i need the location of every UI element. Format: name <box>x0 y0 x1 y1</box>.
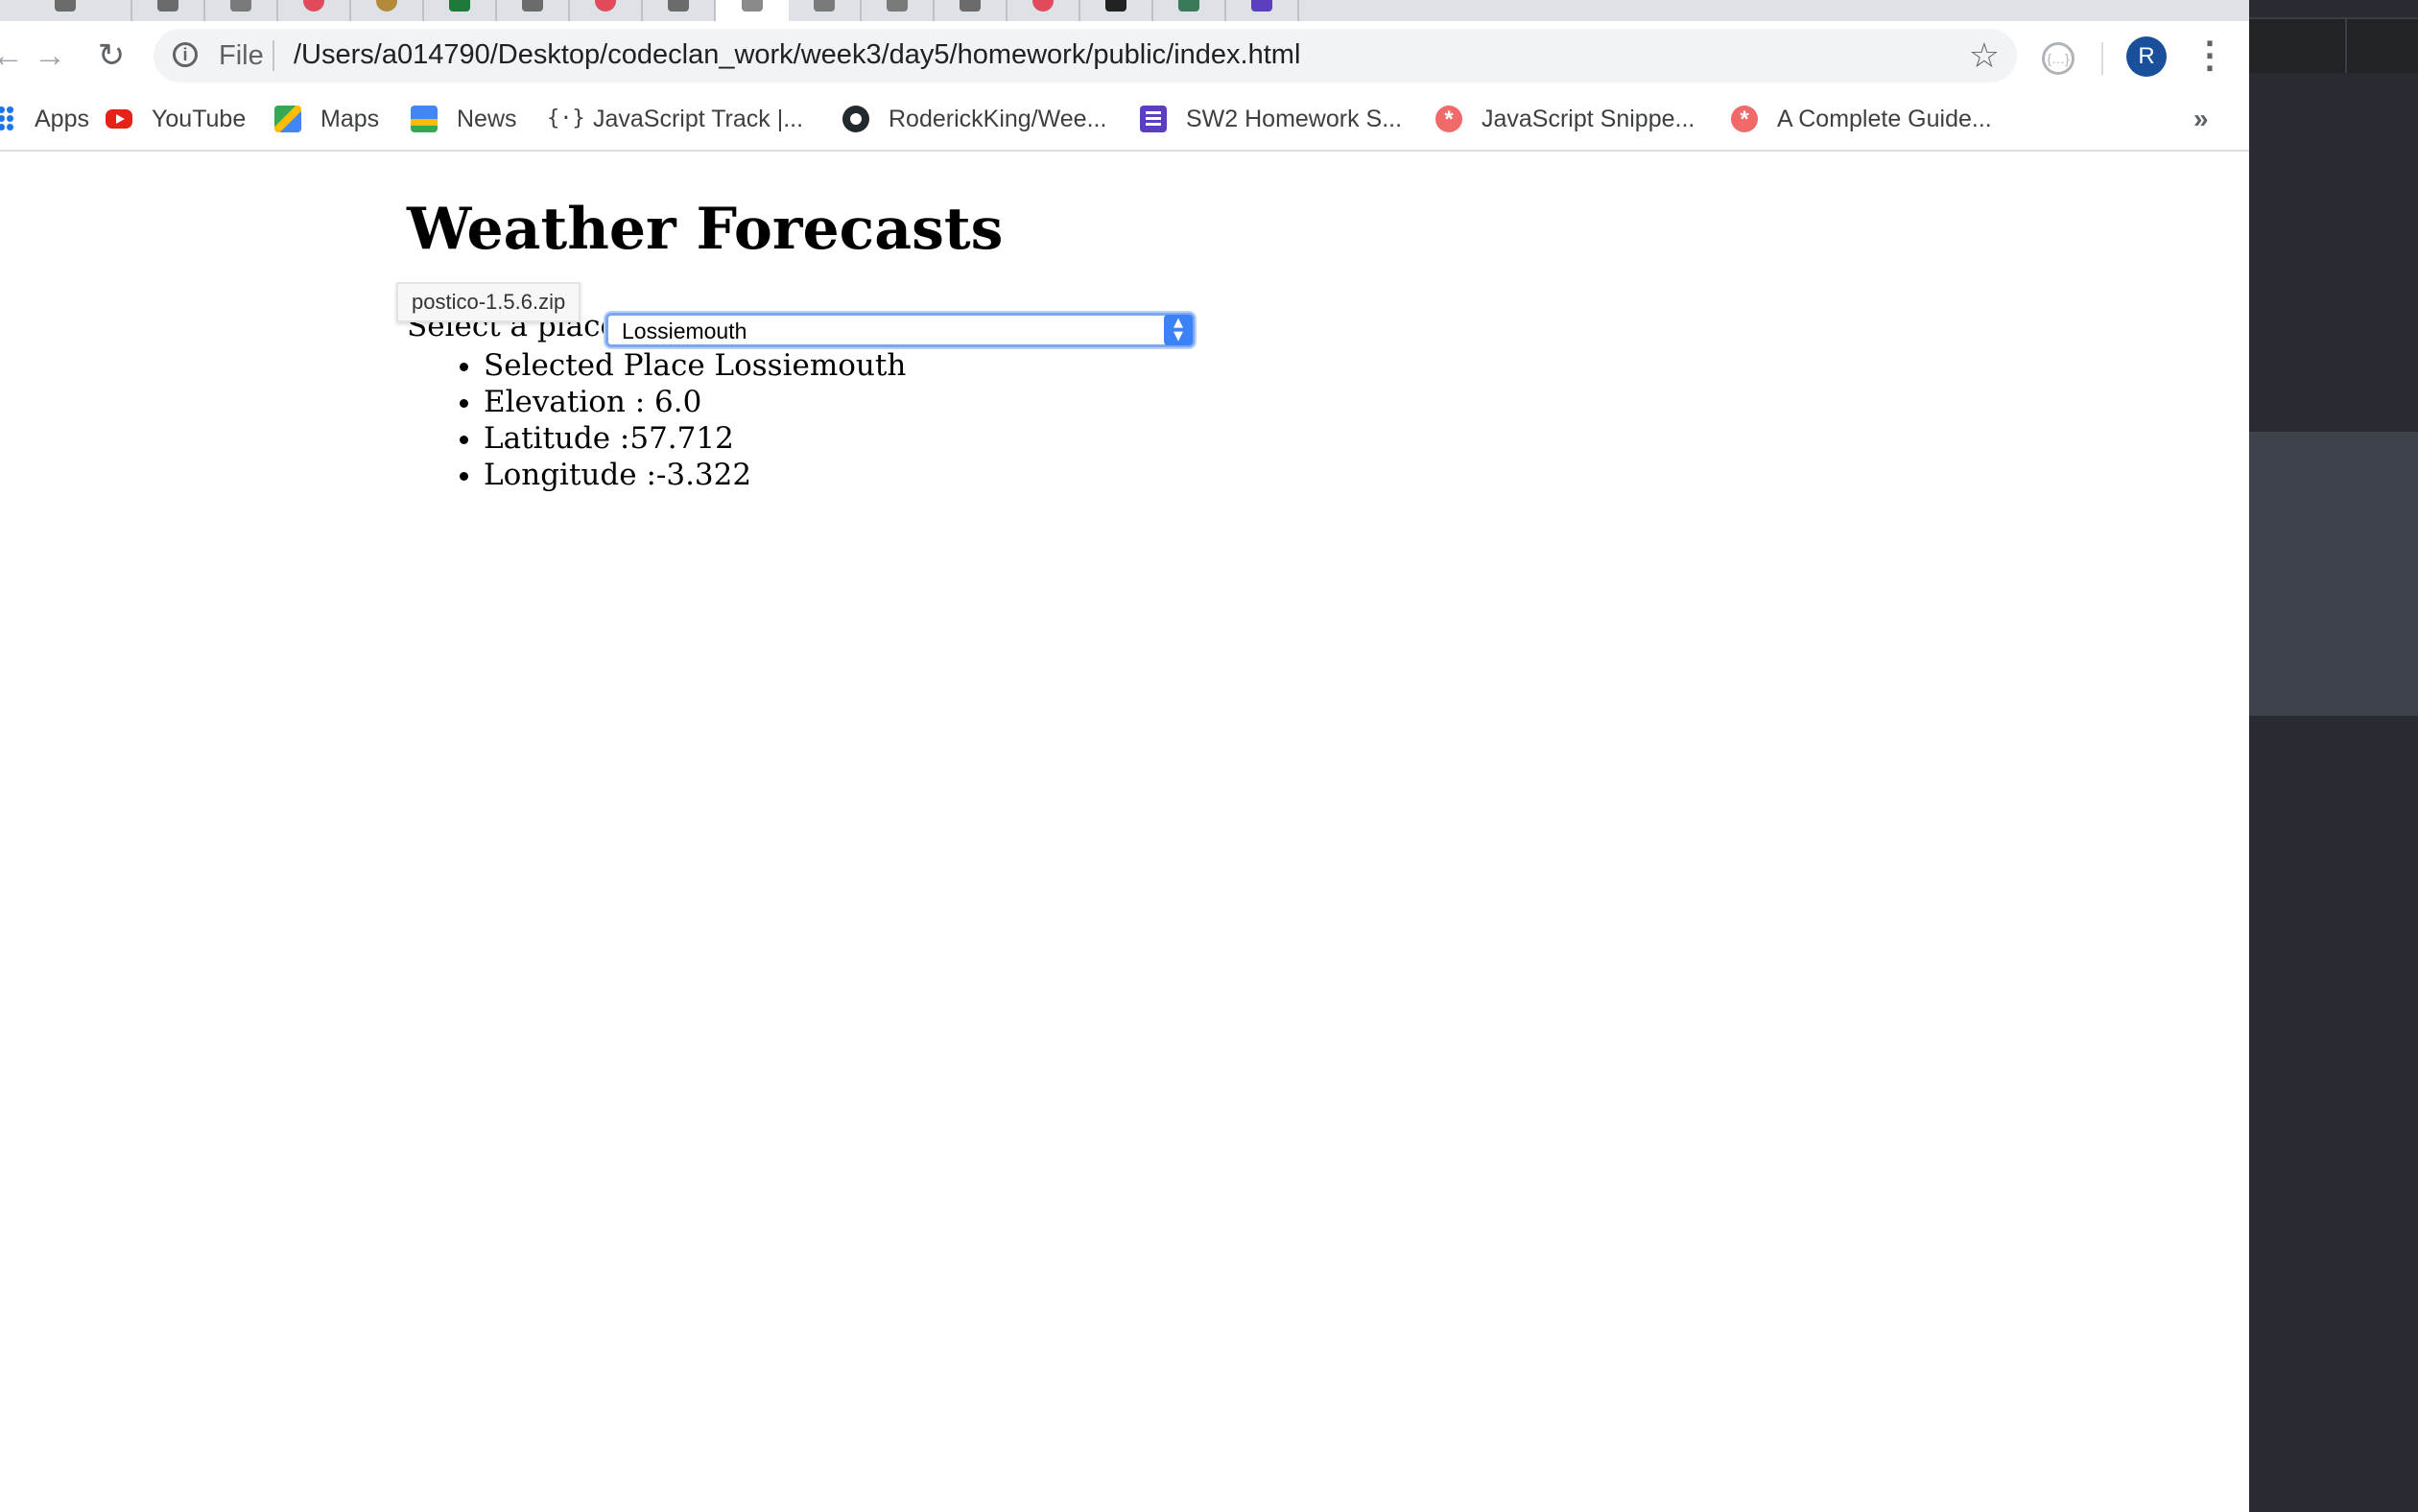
browser-tab[interactable] <box>935 0 1008 21</box>
bookmark-label: Apps <box>35 105 89 132</box>
bookmark-complete-guide[interactable]: * A Complete Guide... <box>1731 100 1992 138</box>
browser-tab[interactable] <box>278 0 351 21</box>
place-details-list: Selected Place Lossiemouth Elevation : 6… <box>407 347 906 493</box>
maps-icon <box>274 106 301 132</box>
address-bar[interactable]: i File /Users/a014790/Desktop/codeclan_w… <box>154 29 2017 83</box>
code-braces-icon <box>55 0 76 12</box>
browser-tab[interactable] <box>1008 0 1080 21</box>
browser-tab[interactable] <box>497 0 570 21</box>
circle-icon <box>376 0 397 12</box>
bookmark-javascript-snippets[interactable]: * JavaScript Snippe... <box>1435 100 1695 138</box>
bookmarks-overflow-chevron-icon[interactable]: » <box>2193 104 2209 134</box>
background-window-header <box>2249 17 2418 73</box>
bookmarks-bar: Apps YouTube Maps News {·} JavaScript Tr… <box>0 90 2249 152</box>
browser-tab[interactable] <box>424 0 497 21</box>
browser-window: ← → ↻ i File /Users/a014790/Desktop/code… <box>0 0 2249 1512</box>
browser-tab[interactable] <box>643 0 716 21</box>
bookmark-youtube[interactable]: YouTube <box>106 100 246 138</box>
divider <box>2345 17 2347 73</box>
github-icon <box>842 106 869 132</box>
code-braces-icon: {·} <box>547 106 585 130</box>
bookmark-label: YouTube <box>152 105 247 132</box>
place-select[interactable]: Lossiemouth ▲ ▼ <box>605 313 1195 347</box>
browser-tab[interactable] <box>1080 0 1153 21</box>
background-window-panel <box>2249 432 2418 716</box>
reload-button[interactable]: ↻ <box>90 35 132 77</box>
news-icon <box>411 106 438 132</box>
black-square-icon <box>1105 0 1126 12</box>
tab-strip <box>0 0 2249 21</box>
bookmark-label: A Complete Guide... <box>1777 105 1992 132</box>
document-icon <box>814 0 835 12</box>
browser-tab[interactable] <box>570 0 643 21</box>
url-scheme-label: File <box>219 40 264 71</box>
info-icon[interactable]: i <box>173 42 198 67</box>
code-braces-icon <box>668 0 689 12</box>
red-circle-icon <box>595 0 616 12</box>
extension-icon[interactable]: {…} <box>2042 42 2074 75</box>
list-icon <box>1140 106 1167 132</box>
bookmark-label: News <box>457 105 517 132</box>
document-icon <box>887 0 908 12</box>
code-braces-icon <box>157 0 178 12</box>
bookmark-label: JavaScript Snippe... <box>1482 105 1695 132</box>
divider <box>2101 42 2103 75</box>
browser-tab[interactable] <box>1153 0 1226 21</box>
code-braces-icon <box>522 0 543 12</box>
forward-button[interactable]: → <box>29 35 71 77</box>
bookmark-news[interactable]: News <box>411 100 517 138</box>
back-button[interactable]: ← <box>0 35 29 77</box>
bookmark-apps[interactable]: Apps <box>0 100 89 138</box>
profile-avatar[interactable]: R <box>2126 36 2167 77</box>
bookmark-label: RoderickKing/Wee... <box>889 105 1107 132</box>
url-text[interactable]: /Users/a014790/Desktop/codeclan_work/wee… <box>294 39 1300 71</box>
browser-tab-active[interactable] <box>716 0 789 21</box>
bookmark-label: SW2 Homework S... <box>1186 105 1403 132</box>
bookmark-label: JavaScript Track |... <box>593 105 804 132</box>
red-circle-icon <box>1032 0 1054 12</box>
list-item-selected-place: Selected Place Lossiemouth <box>484 347 906 384</box>
browser-tab[interactable] <box>205 0 278 21</box>
list-icon <box>1251 0 1272 12</box>
browser-tab[interactable] <box>0 0 132 21</box>
page-content: Weather Forecasts postico-1.5.6.zip Sele… <box>0 154 2249 1512</box>
red-circle-icon <box>303 0 324 12</box>
youtube-icon <box>106 109 132 129</box>
background-window <box>2249 0 2418 1512</box>
sheet-icon <box>449 0 470 12</box>
list-item-longitude: Longitude :-3.322 <box>484 457 906 493</box>
bookmark-javascript-track[interactable]: {·} JavaScript Track |... <box>547 100 803 138</box>
list-item-latitude: Latitude :57.712 <box>484 420 906 457</box>
page-title: Weather Forecasts <box>407 196 1004 263</box>
apps-grid-icon <box>0 106 15 132</box>
select-value: Lossiemouth <box>622 319 747 343</box>
image-icon <box>1178 0 1199 12</box>
code-braces-icon <box>960 0 981 12</box>
bookmark-sw2-homework[interactable]: SW2 Homework S... <box>1140 100 1402 138</box>
browser-tab[interactable] <box>351 0 424 21</box>
asterisk-icon: * <box>1731 106 1758 132</box>
browser-tab[interactable] <box>789 0 862 21</box>
bookmark-star-icon[interactable]: ☆ <box>1969 36 2000 75</box>
bookmark-github-repo[interactable]: RoderickKing/Wee... <box>842 100 1106 138</box>
asterisk-icon: * <box>1435 106 1462 132</box>
document-icon <box>230 0 251 12</box>
bookmark-maps[interactable]: Maps <box>274 100 379 138</box>
menu-kebab-icon[interactable]: ⋮ <box>2192 35 2228 77</box>
list-item-elevation: Elevation : 6.0 <box>484 384 906 420</box>
bookmark-label: Maps <box>320 105 380 132</box>
browser-tab[interactable] <box>862 0 935 21</box>
tooltip: postico-1.5.6.zip <box>396 282 581 322</box>
browser-toolbar: ← → ↻ i File /Users/a014790/Desktop/code… <box>0 21 2249 90</box>
browser-tab[interactable] <box>1226 0 1299 21</box>
document-icon <box>742 0 763 12</box>
divider <box>273 40 274 71</box>
chevron-up-down-icon[interactable]: ▲ ▼ <box>1164 315 1193 345</box>
browser-tab[interactable] <box>132 0 205 21</box>
